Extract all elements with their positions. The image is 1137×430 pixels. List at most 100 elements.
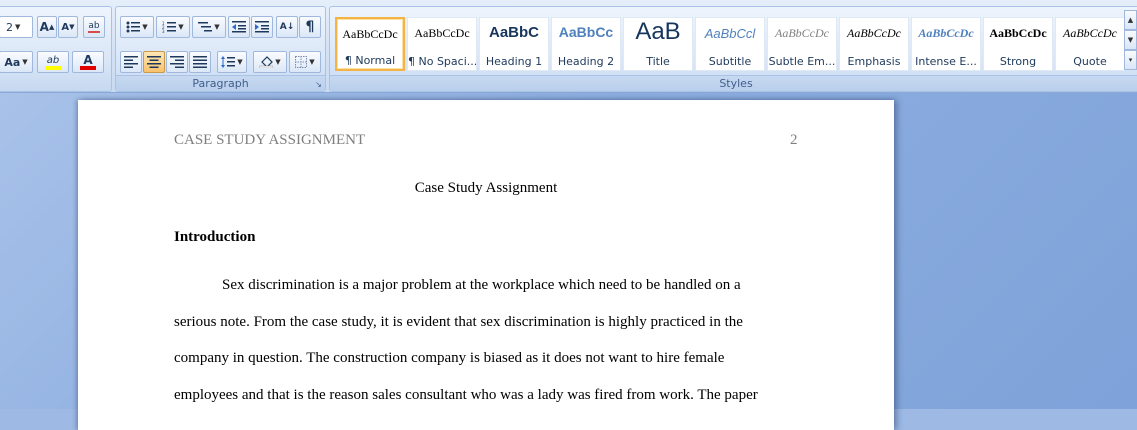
- style-name: ¶ No Spaci...: [408, 55, 476, 68]
- highlight-label: ab: [46, 54, 60, 66]
- font-size-value: 2: [6, 20, 13, 34]
- bullets-button[interactable]: ▼: [120, 16, 154, 38]
- font-group: 2 ▼ A ▲ A ▼ ab Aa ▼ ab A: [0, 6, 112, 92]
- font-color-label: A: [83, 53, 93, 67]
- scroll-up-icon[interactable]: ▲: [1124, 10, 1137, 30]
- style-name: Quote: [1073, 55, 1107, 68]
- style-name: Emphasis: [847, 55, 901, 68]
- grow-font-button[interactable]: A ▲: [37, 16, 57, 38]
- align-center-button[interactable]: [143, 51, 165, 73]
- shrink-font-button[interactable]: A ▼: [58, 16, 78, 38]
- font-color-button[interactable]: A: [72, 51, 104, 73]
- chevron-down-icon: ▼: [15, 23, 21, 31]
- style-preview: AaBbC: [488, 24, 539, 41]
- align-left-icon: [124, 56, 138, 68]
- clear-formatting-label: ab: [88, 21, 100, 33]
- styles-group: AaBbCcDc ¶ Normal AaBbCcDc ¶ No Spaci...…: [329, 6, 1137, 92]
- multilevel-list-button[interactable]: ▼: [192, 16, 226, 38]
- body-line: Sex discrimination is a major problem at…: [222, 277, 741, 293]
- style-preview: AaBbCcDc: [847, 26, 901, 40]
- style-preview: AaBbCc: [558, 24, 614, 40]
- bullets-icon: [126, 21, 141, 33]
- change-case-label: Aa: [4, 55, 21, 69]
- numbering-button[interactable]: 1 2 3 ▼: [156, 16, 190, 38]
- shading-button[interactable]: ▼: [253, 51, 287, 73]
- decrease-indent-button[interactable]: [228, 16, 250, 38]
- align-right-button[interactable]: [166, 51, 188, 73]
- style-preview: AaBbCcDc: [1063, 26, 1117, 40]
- increase-indent-icon: [255, 21, 269, 33]
- header-running-head: CASE STUDY ASSIGNMENT: [174, 132, 366, 148]
- pilcrow-icon: ¶: [305, 19, 315, 35]
- decrease-indent-icon: [232, 21, 246, 33]
- line-spacing-button[interactable]: ▼: [217, 51, 247, 73]
- style-name: Heading 1: [485, 55, 543, 68]
- more-styles-icon[interactable]: ▾: [1124, 50, 1137, 70]
- font-color-bar: [80, 66, 96, 70]
- dialog-launcher-icon[interactable]: ↘: [314, 80, 323, 89]
- style-name: Strong: [999, 55, 1037, 68]
- paragraph-group-label: Paragraph: [116, 75, 325, 91]
- align-right-icon: [170, 56, 184, 68]
- body-line: employees and that is the reason sales c…: [174, 387, 758, 403]
- body-line: company in question. The construction co…: [174, 350, 725, 366]
- style-tile-emphasis[interactable]: AaBbCcDc Emphasis: [839, 17, 909, 71]
- style-preview: AaB: [635, 18, 681, 45]
- style-tile-strong[interactable]: AaBbCcDc Strong: [983, 17, 1053, 71]
- styles-group-label: Styles: [330, 75, 1137, 91]
- style-tile-heading-1[interactable]: AaBbC Heading 1: [479, 17, 549, 71]
- style-preview: AaBbCcDc: [989, 26, 1047, 40]
- highlight-color-bar: [45, 65, 61, 70]
- line-spacing-icon: [221, 56, 236, 68]
- style-tile-normal[interactable]: AaBbCcDc ¶ Normal: [335, 17, 405, 71]
- chevron-down-icon: ▼: [22, 58, 28, 66]
- style-tile-heading-2[interactable]: AaBbCc Heading 2: [551, 17, 621, 71]
- numbering-icon: 123: [162, 21, 177, 33]
- style-tile-no-spacing[interactable]: AaBbCcDc ¶ No Spaci...: [407, 17, 477, 71]
- sort-button[interactable]: A↓: [276, 16, 298, 38]
- show-hide-button[interactable]: ¶: [299, 16, 321, 38]
- header-page-number: 2: [790, 132, 798, 148]
- style-tile-title[interactable]: AaB Title: [623, 17, 693, 71]
- document-page[interactable]: CASE STUDY ASSIGNMENT 2 Case Study Assig…: [78, 100, 894, 430]
- align-center-icon: [147, 56, 161, 68]
- document-title: Case Study Assignment: [414, 180, 558, 196]
- scroll-down-icon[interactable]: ▼: [1124, 30, 1137, 50]
- change-case-button[interactable]: Aa ▼: [0, 51, 33, 73]
- font-size-box[interactable]: 2 ▼: [0, 16, 33, 38]
- style-tile-quote[interactable]: AaBbCcDc Quote: [1055, 17, 1125, 71]
- borders-button[interactable]: ▼: [289, 51, 321, 73]
- increase-indent-button[interactable]: [251, 16, 273, 38]
- chevron-down-icon: ▼: [275, 58, 281, 66]
- borders-icon: [295, 56, 308, 68]
- multilevel-list-icon: [198, 22, 213, 32]
- style-preview: AaBbCcDc: [775, 26, 829, 40]
- chevron-down-icon: ▼: [309, 58, 315, 66]
- ribbon: 2 ▼ A ▲ A ▼ ab Aa ▼ ab A ▼ 1 2 3 ▼ ▼ A↓ …: [0, 0, 1137, 93]
- grow-font-label: A: [39, 20, 49, 34]
- style-preview: AaBbCcDc: [918, 26, 974, 40]
- body-line: serious note. From the case study, it is…: [174, 314, 743, 330]
- style-preview: AaBbCcDc: [342, 27, 398, 41]
- style-name: ¶ Normal: [344, 54, 396, 67]
- style-name: Subtitle: [708, 55, 752, 68]
- style-name: Title: [646, 55, 670, 68]
- style-tile-intense-emphasis[interactable]: AaBbCcDc Intense E...: [911, 17, 981, 71]
- style-tile-subtle-emphasis[interactable]: AaBbCcDc Subtle Em...: [767, 17, 837, 71]
- style-name: Intense E...: [915, 55, 977, 68]
- sort-label: A↓: [279, 22, 295, 32]
- style-name: Subtle Em...: [768, 55, 836, 68]
- style-preview: AaBbCcDc: [414, 26, 470, 40]
- shrink-font-label: A: [61, 21, 70, 33]
- section-heading: Introduction: [174, 229, 256, 245]
- style-tile-subtitle[interactable]: AaBbCcl Subtitle: [695, 17, 765, 71]
- clear-formatting-button[interactable]: ab: [83, 16, 105, 38]
- align-left-button[interactable]: [120, 51, 142, 73]
- highlight-button[interactable]: ab: [37, 51, 69, 73]
- svg-text:3: 3: [162, 29, 165, 33]
- justify-button[interactable]: [189, 51, 211, 73]
- style-name: Heading 2: [557, 55, 615, 68]
- styles-gallery-scroll[interactable]: ▲ ▼ ▾: [1124, 10, 1137, 74]
- paragraph-group: ▼ 1 2 3 ▼ ▼ A↓ ¶ ▼ ▼ ▼ Paragraph ↘: [115, 6, 326, 92]
- style-preview: AaBbCcl: [704, 26, 756, 41]
